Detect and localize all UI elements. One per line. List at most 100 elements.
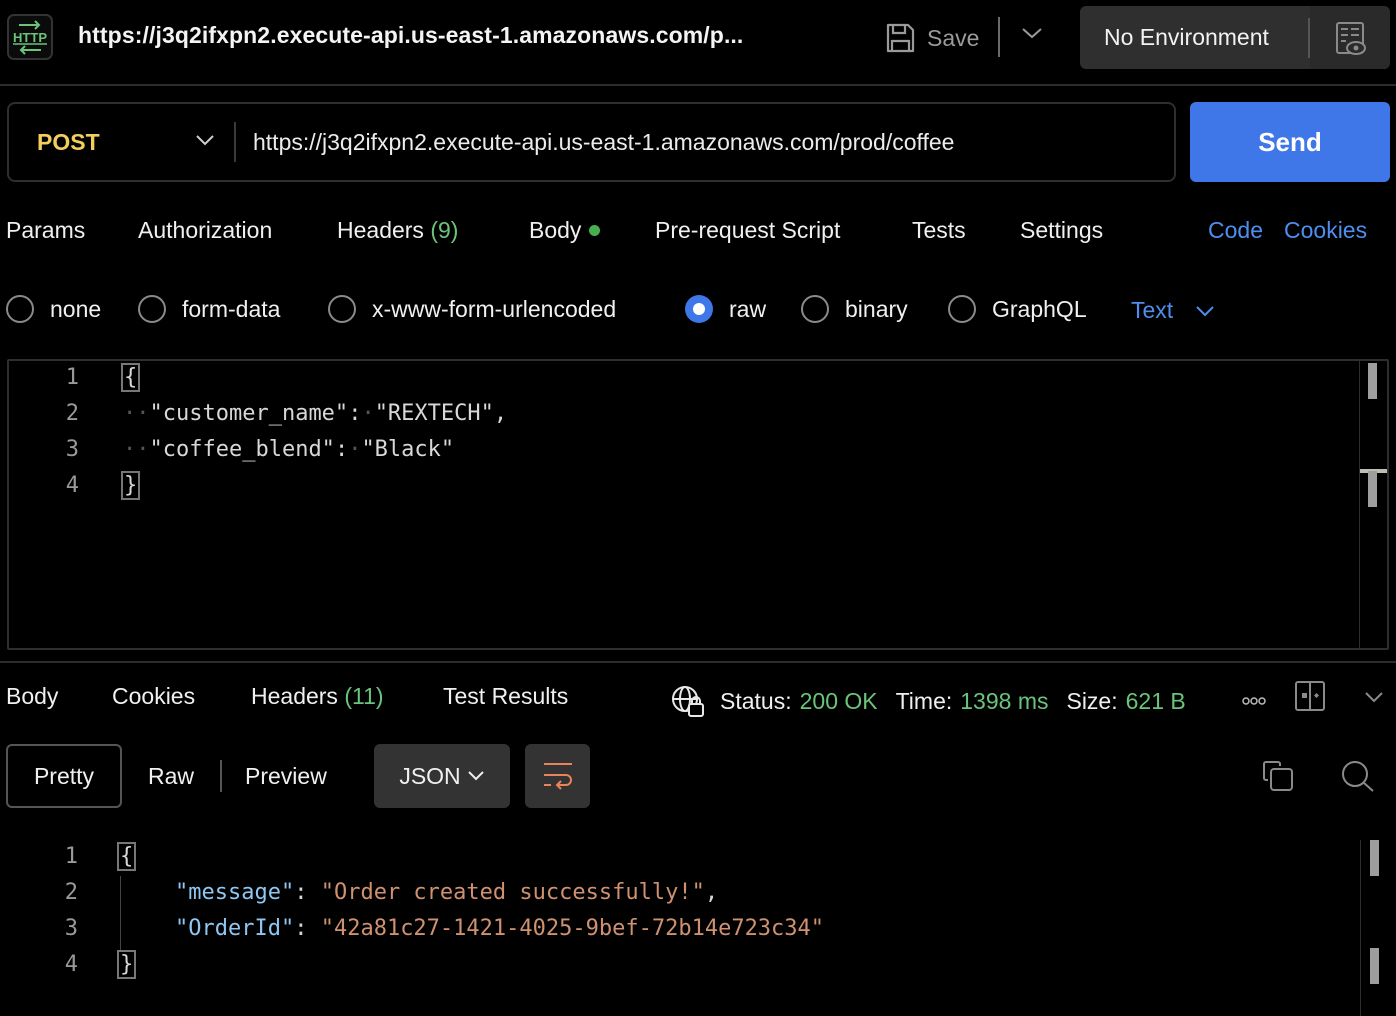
line-number: 1 [64,844,78,869]
send-button[interactable]: Send [1190,102,1390,182]
response-format-label: JSON [399,762,461,789]
radio-label: form-data [182,295,281,322]
json-value: "Black" [361,437,455,462]
scrollbar-thumb[interactable] [1368,363,1377,399]
search-icon[interactable] [1341,760,1375,799]
body-type-form-data[interactable]: form-data [138,295,280,323]
scrollbar-thumb[interactable] [1368,471,1377,507]
raw-format-select[interactable]: Text [1131,297,1215,324]
tab-headers-label: Headers [337,217,424,243]
url-input[interactable] [253,129,1153,156]
tab-pre-request-script[interactable]: Pre-request Script [655,217,840,244]
radio-label: binary [845,295,908,322]
chevron-down-icon [467,771,484,781]
json-colon: : [334,437,349,462]
radio-label: GraphQL [992,295,1087,322]
whitespace-marker: ·· [123,437,150,462]
environment-quick-look-button[interactable] [1310,6,1390,69]
tab-settings[interactable]: Settings [1020,217,1103,244]
network-globe-lock-icon[interactable] [670,684,706,718]
request-body-editor[interactable]: 1 2 3 4 { ··"customer_name":·"REXTECH", … [7,359,1389,650]
code-line: "message": "Order created successfully!"… [175,880,718,905]
body-type-graphql[interactable]: GraphQL [948,295,1087,323]
save-button[interactable]: Save [885,20,979,56]
response-tab-body[interactable]: Body [6,683,58,710]
http-method-select[interactable]: POST [37,129,100,156]
status-value[interactable]: 200 OK [800,688,878,715]
json-value: "42a81c27-1421-4025-9bef-72b14e723c34" [320,916,825,941]
layout-toggle-icon[interactable] [1295,681,1325,716]
line-number: 3 [64,916,78,941]
whitespace-marker: · [348,437,362,462]
view-pretty-button[interactable]: Pretty [6,744,122,808]
code-line: ··"coffee_blend":·"Black" [123,437,454,462]
tab-body[interactable]: Body [529,217,601,244]
save-options-chevron-icon[interactable] [1021,26,1043,45]
top-bar: HTTP https://j3q2ifxpn2.execute-api.us-e… [0,0,1396,86]
status-label: Status: [720,687,792,714]
copy-icon[interactable] [1262,760,1294,797]
cookies-link[interactable]: Cookies [1284,217,1367,244]
response-tab-cookies[interactable]: Cookies [112,683,195,710]
json-comma: , [704,880,719,905]
response-status-bar: Status: 200 OK Time: 1398 ms Size: 621 B [670,684,1204,718]
radio-button[interactable] [328,295,356,323]
scrollbar-thumb[interactable] [1370,840,1379,876]
json-value: "REXTECH", [374,401,508,426]
wrap-lines-icon [543,763,572,790]
size-value[interactable]: 621 B [1126,688,1186,715]
json-key: "message" [175,880,295,905]
whitespace-marker: · [361,401,375,426]
time-value[interactable]: 1398 ms [960,688,1048,715]
environment-eye-icon [1336,22,1366,55]
collapse-response-chevron-icon[interactable] [1364,690,1384,708]
code-line: } [121,471,141,500]
tab-tests[interactable]: Tests [912,217,966,244]
svg-text:HTTP: HTTP [13,30,47,45]
response-body-viewer[interactable]: 1 2 3 4 { "message": "Order created succ… [0,838,1396,1016]
radio-button[interactable] [6,295,34,323]
code-link[interactable]: Code [1208,217,1263,244]
word-wrap-button[interactable] [525,744,590,808]
body-type-raw[interactable]: raw [685,295,766,323]
tab-headers[interactable]: Headers (9) [337,217,458,244]
scrollbar-thumb[interactable] [1370,948,1379,984]
response-tab-headers[interactable]: Headers (11) [251,683,384,710]
radio-button-selected[interactable] [685,295,713,323]
tab-authorization[interactable]: Authorization [138,217,272,244]
tab-body-label: Body [529,217,582,243]
request-tab-title[interactable]: https://j3q2ifxpn2.execute-api.us-east-1… [78,22,743,49]
json-value: "Order created successfully!" [320,880,705,905]
body-type-binary[interactable]: binary [801,295,908,323]
matching-brace: { [117,842,137,871]
line-number: 2 [64,880,78,905]
radio-button[interactable] [948,295,976,323]
radio-button[interactable] [801,295,829,323]
http-request-icon: HTTP [7,14,53,60]
environment-selector[interactable]: No Environment [1080,6,1390,69]
view-raw-button[interactable]: Raw [148,763,194,790]
size-label: Size: [1066,687,1118,714]
method-chevron-down-icon[interactable] [194,133,216,152]
body-type-none[interactable]: none [6,295,101,323]
matching-brace: { [121,363,141,392]
view-preview-button[interactable]: Preview [245,763,327,790]
divider [234,122,236,162]
radio-button[interactable] [138,295,166,323]
pane-divider[interactable] [0,661,1396,663]
matching-brace: } [117,950,137,979]
more-options-icon[interactable] [1242,694,1266,712]
response-tab-test-results[interactable]: Test Results [443,683,568,710]
line-number: 4 [64,952,78,977]
tab-params[interactable]: Params [6,217,85,244]
response-format-select[interactable]: JSON [374,744,510,808]
divider [998,17,1000,57]
whitespace-marker: ·· [123,401,150,426]
indent-guide [120,876,121,952]
body-type-x-www-form-urlencoded[interactable]: x-www-form-urlencoded [328,295,616,323]
code-line: { [117,842,137,871]
environment-label: No Environment [1104,24,1269,50]
line-number: 3 [65,437,79,462]
headers-count: (9) [430,217,459,243]
json-colon: : [294,916,321,941]
